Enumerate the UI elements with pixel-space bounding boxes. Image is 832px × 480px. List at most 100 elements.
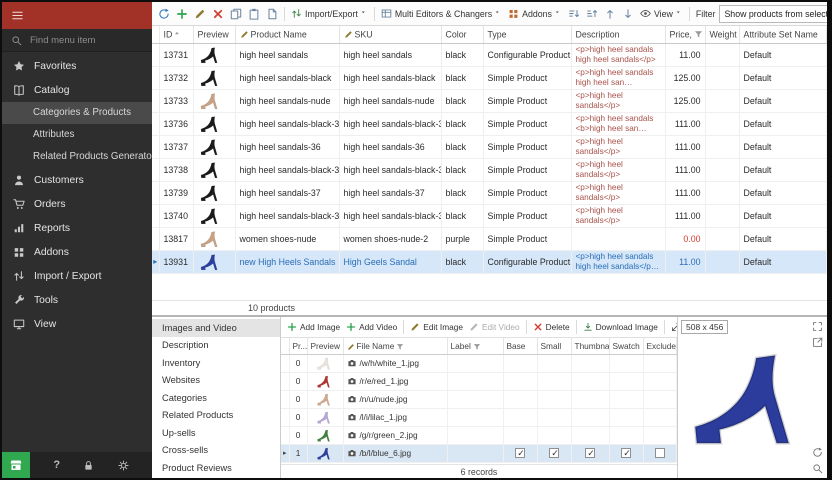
add-video-button[interactable]: Add Video: [344, 320, 399, 334]
sidebar-item-view[interactable]: View: [2, 312, 152, 336]
column-header-product-name[interactable]: Product Name: [235, 26, 339, 43]
sidebar-item-categories-products[interactable]: Categories & Products: [2, 102, 152, 124]
product-row-13739[interactable]: 13739high heel sandals-37high heel sanda…: [152, 181, 827, 204]
sidebar-item-tools[interactable]: Tools: [2, 288, 152, 312]
product-row-13740[interactable]: 13740high heel sandals-black-38high heel…: [152, 204, 827, 227]
tab-up-sells[interactable]: Up-sells: [152, 424, 280, 442]
image-row-r-e-red-1-jpg[interactable]: 0/r/e/red_1.jpg: [281, 372, 677, 390]
column-header-small[interactable]: Small: [537, 338, 571, 354]
sort-descending-button[interactable]: [584, 6, 600, 22]
column-header-price[interactable]: Price,: [665, 26, 705, 43]
store-button[interactable]: [2, 452, 30, 478]
row-expander[interactable]: [281, 426, 289, 444]
checkbox[interactable]: [621, 448, 631, 458]
tab-inventory[interactable]: Inventory: [152, 354, 280, 372]
column-header-weight[interactable]: Weight: [705, 26, 739, 43]
column-header-color[interactable]: Color: [441, 26, 483, 43]
row-expander[interactable]: ▸: [281, 444, 289, 462]
column-header-base[interactable]: Base: [503, 338, 537, 354]
column-header-thumbna[interactable]: Thumbna: [571, 338, 609, 354]
fullscreen-icon[interactable]: [812, 321, 823, 332]
sort-ascending-button[interactable]: [566, 6, 582, 22]
sidebar-item-attributes[interactable]: Attributes: [2, 124, 152, 146]
tab-description[interactable]: Description: [152, 337, 280, 355]
product-row-13731[interactable]: 13731high heel sandalshigh heel sandalsb…: [152, 43, 827, 66]
row-expander[interactable]: [281, 354, 289, 372]
row-expander[interactable]: [281, 408, 289, 426]
image-row-b-l-blue-6-jpg[interactable]: ▸1/b/l/blue_6.jpg: [281, 444, 677, 462]
checkbox[interactable]: [585, 448, 595, 458]
refresh-button[interactable]: [156, 6, 172, 22]
edit-image-button[interactable]: Edit Image: [408, 320, 465, 334]
checkbox[interactable]: [549, 448, 559, 458]
product-row-13931[interactable]: ▸13931new High Heels SandalsHigh Geels S…: [152, 250, 827, 273]
column-header-type[interactable]: Type: [483, 26, 571, 43]
sidebar-item-related-products-generator[interactable]: Related Products Generator: [2, 146, 152, 168]
settings-gear-icon[interactable]: [118, 460, 129, 471]
checkbox[interactable]: [655, 448, 665, 458]
sidebar-item-customers[interactable]: Customers: [2, 168, 152, 192]
lock-icon[interactable]: [83, 460, 94, 471]
image-row-w-h-white-1-jpg[interactable]: 0/w/h/white_1.jpg: [281, 354, 677, 372]
paste-button[interactable]: [246, 6, 262, 22]
product-row-13817[interactable]: 13817women shoes-nudewomen shoes-nude-2p…: [152, 227, 827, 250]
row-expander[interactable]: [281, 372, 289, 390]
copy-button[interactable]: [228, 6, 244, 22]
sidebar-item-orders[interactable]: Orders: [2, 192, 152, 216]
add-product-button[interactable]: [174, 6, 190, 22]
zoom-icon[interactable]: [812, 463, 823, 474]
checkbox[interactable]: [515, 448, 525, 458]
image-row-n-u-nude-jpg[interactable]: 0/n/u/nude.jpg: [281, 390, 677, 408]
tab-product-reviews[interactable]: Product Reviews: [152, 459, 280, 477]
tab-websites[interactable]: Websites: [152, 372, 280, 390]
image-row-l-i-lilac-1-jpg[interactable]: 0/l/i/lilac_1.jpg: [281, 408, 677, 426]
view-document-button[interactable]: [264, 6, 280, 22]
import-export-button[interactable]: Import/Export: [289, 6, 370, 21]
sidebar-item-catalog[interactable]: Catalog: [2, 78, 152, 102]
tab-cross-sells[interactable]: Cross-sells: [152, 442, 280, 460]
column-header-preview[interactable]: Preview: [307, 338, 343, 354]
column-header-exclude[interactable]: Exclude: [643, 338, 677, 354]
column-header-blank[interactable]: [281, 338, 289, 354]
sidebar-item-reports[interactable]: Reports: [2, 216, 152, 240]
image-row-g-r-green-2-jpg[interactable]: 0/g/r/green_2.jpg: [281, 426, 677, 444]
column-header-attribute-set-name[interactable]: Attribute Set Name: [739, 26, 827, 43]
edit-product-button[interactable]: [192, 6, 208, 22]
product-row-13736[interactable]: 13736high heel sandals-black-36high heel…: [152, 112, 827, 135]
column-header-sku[interactable]: SKU: [339, 26, 441, 43]
column-header-swatch[interactable]: Swatch: [609, 338, 643, 354]
tab-related-products[interactable]: Related Products: [152, 407, 280, 425]
menu-search-input[interactable]: [28, 34, 143, 47]
product-row-13732[interactable]: 13732high heel sandals-blackhigh heel sa…: [152, 66, 827, 89]
category-filter-select[interactable]: Show products from selected categories: [719, 5, 827, 23]
sidebar-item-import-export[interactable]: Import / Export: [2, 264, 152, 288]
product-row-13738[interactable]: 13738high heel sandals-black-37high heel…: [152, 158, 827, 181]
column-header-description[interactable]: Description: [571, 26, 665, 43]
view-button[interactable]: View: [638, 6, 685, 21]
download-image-button[interactable]: Download Image: [581, 320, 660, 334]
edit-video-button[interactable]: Edit Video: [467, 320, 522, 334]
sidebar-item-addons[interactable]: Addons: [2, 240, 152, 264]
tab-images-and-video[interactable]: Images and Video: [152, 319, 280, 337]
multi-editors-button[interactable]: Multi Editors & Changers: [379, 6, 504, 21]
help-icon[interactable]: ?: [53, 459, 60, 471]
tab-categories[interactable]: Categories: [152, 389, 280, 407]
set-resize-rule-button[interactable]: Set Resize Rule: [669, 320, 677, 334]
add-image-button[interactable]: Add Image: [285, 320, 342, 334]
delete-button[interactable]: Delete: [531, 320, 572, 334]
addons-button[interactable]: Addons: [506, 6, 564, 21]
column-header-pr[interactable]: Pr...: [289, 338, 307, 354]
row-expander[interactable]: [281, 390, 289, 408]
column-header-label[interactable]: Label: [447, 338, 503, 354]
product-row-13737[interactable]: 13737high heel sandals-36high heel sanda…: [152, 135, 827, 158]
product-row-13733[interactable]: 13733high heel sandals-nudehigh heel san…: [152, 89, 827, 112]
sidebar-item-favorites[interactable]: Favorites: [2, 54, 152, 78]
rotate-icon[interactable]: [812, 447, 823, 458]
move-down-button[interactable]: [620, 6, 636, 22]
delete-product-button[interactable]: [210, 6, 226, 22]
column-header-id[interactable]: ID: [159, 26, 193, 43]
column-header-file-name[interactable]: File Name: [343, 338, 447, 354]
menu-icon[interactable]: [11, 9, 24, 22]
move-up-button[interactable]: [602, 6, 618, 22]
open-external-icon[interactable]: [812, 337, 823, 348]
